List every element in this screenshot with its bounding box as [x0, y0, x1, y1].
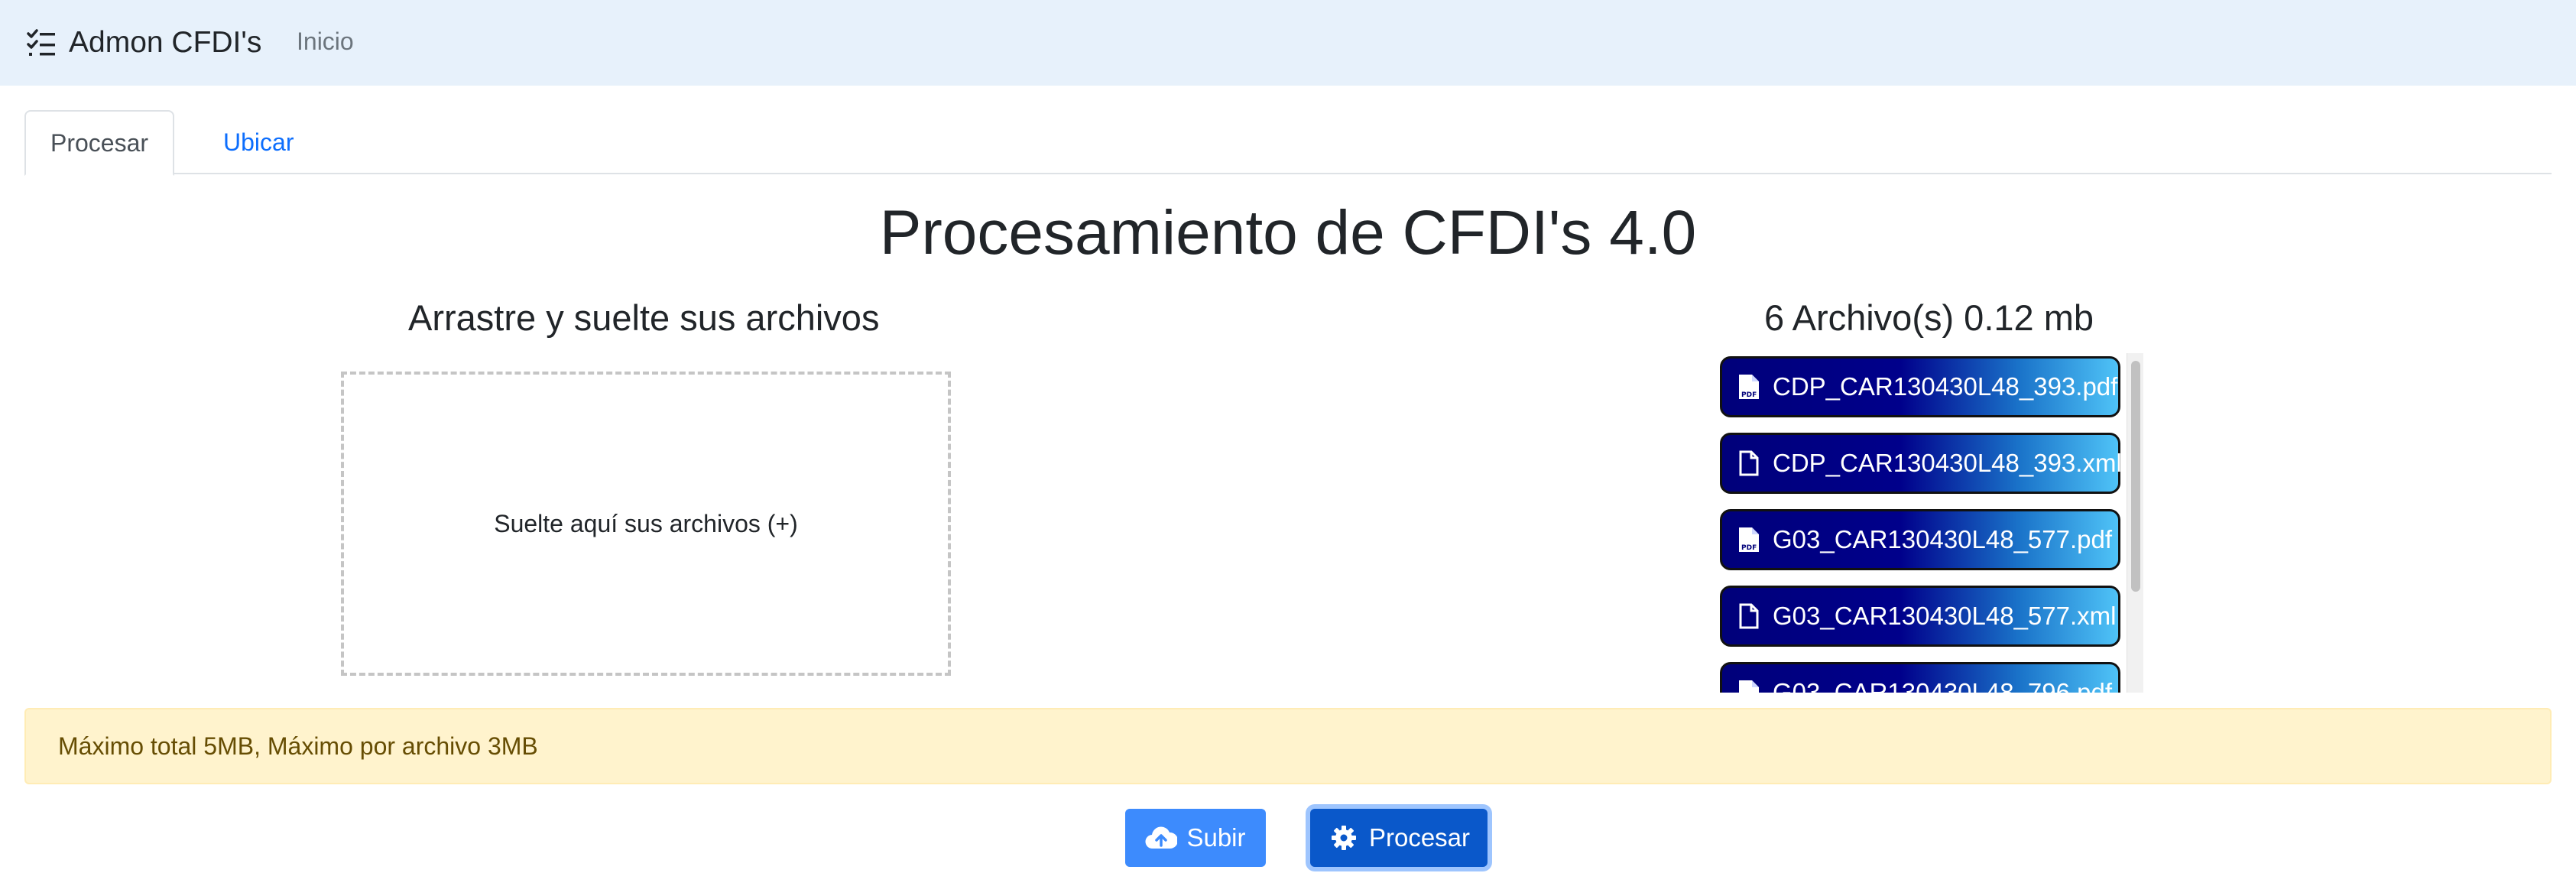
scrollbar-thumb[interactable]	[2131, 361, 2140, 592]
files-heading: 6 Archivo(s) 0.12 mb	[1764, 297, 2094, 338]
tab-ubicar[interactable]: Ubicar	[199, 110, 318, 174]
page-title: Procesamiento de CFDI's 4.0	[879, 198, 1697, 268]
file-item[interactable]: CDP_CAR130430L48_393.xml	[1720, 433, 2122, 494]
tab-bar: Procesar Ubicar	[24, 110, 2552, 176]
size-limit-alert: Máximo total 5MB, Máximo por archivo 3MB	[24, 708, 2552, 784]
file-dropzone[interactable]: Suelte aquí sus archivos (+)	[341, 372, 951, 676]
file-list: PDF CDP_CAR130430L48_393.pdf CDP_CAR1304…	[1717, 353, 2145, 693]
svg-text:PDF: PDF	[1741, 544, 1757, 552]
file-icon	[1736, 449, 1762, 478]
brand-text: Admon CFDI's	[69, 26, 262, 59]
svg-text:PDF: PDF	[1741, 391, 1757, 399]
file-item[interactable]: PDF CDP_CAR130430L48_393.pdf	[1720, 356, 2120, 417]
gear-icon	[1328, 823, 1360, 852]
file-item[interactable]: PDF G03_CAR130430L48_577.pdf	[1720, 509, 2120, 570]
file-list-scrollbar[interactable]	[2127, 353, 2143, 693]
list-check-icon	[24, 26, 58, 60]
alert-text: Máximo total 5MB, Máximo por archivo 3MB	[58, 732, 538, 760]
process-button-label: Procesar	[1368, 823, 1471, 852]
dropzone-text: Suelte aquí sus archivos (+)	[494, 509, 798, 537]
process-button[interactable]: Procesar	[1310, 809, 1488, 867]
file-pdf-icon: PDF	[1736, 525, 1762, 554]
navbar: Admon CFDI's Inicio	[0, 0, 2576, 86]
file-icon	[1736, 602, 1762, 631]
file-item[interactable]: PDF G03_CAR130430L48_796.pdf	[1720, 662, 2120, 693]
tab-procesar[interactable]: Procesar	[24, 110, 174, 176]
file-name: G03_CAR130430L48_577.pdf	[1773, 525, 2113, 553]
file-pdf-icon: PDF	[1736, 372, 1762, 401]
dropzone-heading: Arrastre y suelte sus archivos	[408, 297, 880, 338]
file-name: CDP_CAR130430L48_393.pdf	[1773, 372, 2118, 401]
file-item[interactable]: G03_CAR130430L48_577.xml	[1720, 586, 2120, 647]
upload-button-label: Subir	[1186, 823, 1246, 852]
file-name: G03_CAR130430L48_577.xml	[1773, 602, 2117, 630]
nav-link-inicio[interactable]: Inicio	[297, 28, 354, 56]
upload-button[interactable]: Subir	[1125, 809, 1266, 867]
navbar-brand[interactable]: Admon CFDI's	[24, 23, 261, 63]
file-name: G03_CAR130430L48_796.pdf	[1773, 678, 2113, 693]
file-pdf-icon: PDF	[1736, 678, 1762, 693]
cloud-upload-icon	[1145, 823, 1178, 852]
file-name: CDP_CAR130430L48_393.xml	[1773, 449, 2122, 477]
